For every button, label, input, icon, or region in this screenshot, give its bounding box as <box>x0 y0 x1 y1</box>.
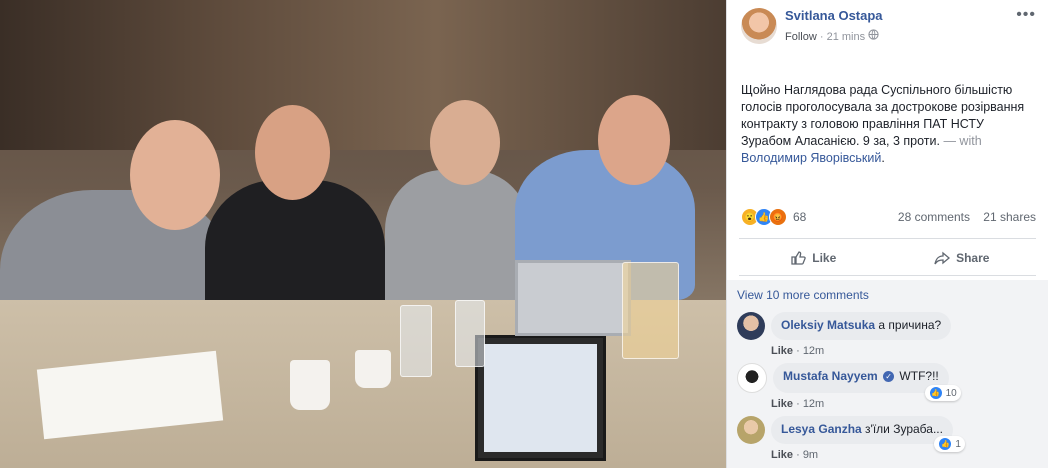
photo-laptop-back <box>515 260 631 336</box>
shares-count[interactable]: 21 shares <box>983 210 1036 224</box>
comments-count[interactable]: 28 comments <box>898 210 970 224</box>
post-side-panel: Svitlana Ostapa Follow · 21 mins ••• Щой… <box>726 0 1048 468</box>
author-name[interactable]: Svitlana Ostapa <box>785 8 1016 23</box>
post-stats: 😮 👍 😡 68 28 comments 21 shares <box>741 208 1036 226</box>
tagged-person-link[interactable]: Володимир Яворівський <box>741 151 881 165</box>
separator-dot: · <box>796 345 803 357</box>
comment-item: Mustafa Nayyem ✓ WTF?!! 👍 10 Like · 12m <box>727 361 1048 410</box>
comment-actions: Like · 12m <box>771 345 1048 357</box>
photo-head-2 <box>255 105 330 200</box>
like-reaction-icon: 👍 <box>928 386 943 400</box>
comment-bubble: Mustafa Nayyem ✓ WTF?!! 👍 10 <box>773 363 961 401</box>
author-avatar[interactable] <box>741 8 777 44</box>
comment-text: WTF?!! <box>899 369 939 383</box>
post-viewer: Svitlana Ostapa Follow · 21 mins ••• Щой… <box>0 0 1048 468</box>
separator-dot: · <box>796 398 803 410</box>
engagement-counts: 28 comments 21 shares <box>888 210 1036 224</box>
comment-text: з'їли Зураба... <box>865 422 943 436</box>
post-time[interactable]: 21 mins <box>827 31 866 43</box>
post-text-period: . <box>881 151 885 165</box>
commenter-name[interactable]: Mustafa Nayyem <box>783 369 878 383</box>
separator-dot: · <box>819 31 827 43</box>
reaction-count[interactable]: 68 <box>793 210 806 224</box>
comment-like-link[interactable]: Like <box>771 345 793 357</box>
commenter-avatar[interactable] <box>737 312 765 340</box>
comment-item: Oleksiy Matsuka а причина? Like · 12m <box>727 310 1048 357</box>
reactions-summary[interactable]: 😮 👍 😡 68 <box>741 208 806 226</box>
comment-reaction-number: 1 <box>955 438 961 450</box>
comment-reaction-number: 10 <box>945 387 957 399</box>
commenter-name[interactable]: Oleksiy Matsuka <box>781 318 875 332</box>
commenter-name[interactable]: Lesya Ganzha <box>781 422 862 436</box>
share-arrow-icon <box>934 251 951 265</box>
with-label: — with <box>943 134 982 148</box>
post-actions: Like Share <box>739 243 1036 273</box>
photo-cup-2 <box>355 350 391 388</box>
comment-item: Lesya Ganzha з'їли Зураба... 👍 1 Like · 9… <box>727 414 1048 461</box>
comment-time[interactable]: 9m <box>803 449 818 461</box>
comment-reaction-count[interactable]: 👍 10 <box>924 385 961 401</box>
globe-icon <box>868 29 879 43</box>
comment-actions: Like · 9m <box>771 449 1048 461</box>
post-meta: Svitlana Ostapa Follow · 21 mins <box>785 8 1016 43</box>
view-more-comments-link[interactable]: View 10 more comments <box>727 280 1048 306</box>
comment-bubble: Oleksiy Matsuka а причина? <box>771 312 952 340</box>
divider-bottom <box>739 275 1036 276</box>
like-button[interactable]: Like <box>739 243 888 273</box>
photo-head-3 <box>430 100 500 185</box>
comment-time[interactable]: 12m <box>803 398 824 410</box>
divider-top <box>739 238 1036 239</box>
comment-time[interactable]: 12m <box>803 345 824 357</box>
post-header: Svitlana Ostapa Follow · 21 mins ••• <box>727 0 1048 44</box>
comment-like-link[interactable]: Like <box>771 449 793 461</box>
commenter-avatar[interactable] <box>737 363 767 393</box>
photo-jug <box>622 262 679 359</box>
comment-like-link[interactable]: Like <box>771 398 793 410</box>
separator-dot: · <box>796 449 803 461</box>
comment-reaction-count[interactable]: 👍 1 <box>934 436 965 452</box>
photo-glass-1 <box>400 305 432 377</box>
photo-glass-2 <box>455 300 485 367</box>
commenter-avatar[interactable] <box>737 416 765 444</box>
photo-head-4 <box>598 95 670 185</box>
verified-badge-icon: ✓ <box>883 371 895 383</box>
photo-head-1 <box>130 120 220 230</box>
comment-bubble: Lesya Ganzha з'їли Зураба... 👍 1 <box>771 416 965 452</box>
photo-laptop-screen <box>484 344 597 452</box>
like-label: Like <box>812 251 837 265</box>
follow-link[interactable]: Follow <box>785 31 817 43</box>
post-photo[interactable] <box>0 0 726 468</box>
post-body: Щойно Наглядова рада Суспільного більшіс… <box>727 44 1048 167</box>
photo-person-3 <box>385 170 530 320</box>
share-button[interactable]: Share <box>888 243 1037 273</box>
like-reaction-icon: 👍 <box>938 437 953 451</box>
more-horizontal-icon[interactable]: ••• <box>1016 6 1036 24</box>
comment-actions: Like · 12m <box>771 398 1048 410</box>
photo-cup-1 <box>290 360 330 410</box>
thumbs-up-icon <box>791 251 806 265</box>
comments-section: View 10 more comments Oleksiy Matsuka а … <box>727 280 1048 468</box>
post-subline: Follow · 21 mins <box>785 29 1016 43</box>
photo-laptop-front <box>475 335 606 461</box>
angry-reaction-icon: 😡 <box>769 208 787 226</box>
share-label: Share <box>956 251 990 265</box>
comment-text: а причина? <box>878 318 942 332</box>
